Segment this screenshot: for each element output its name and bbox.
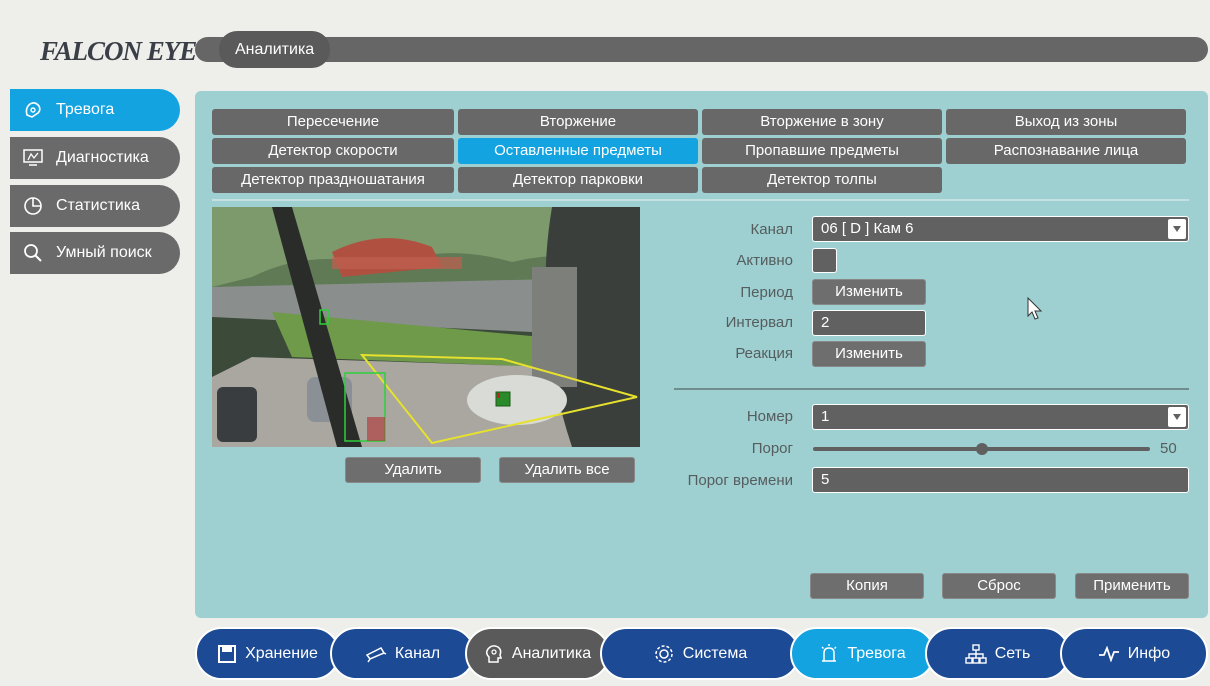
alarm-icon: [819, 643, 839, 665]
nav-info[interactable]: Инфо: [1060, 627, 1208, 680]
active-checkbox[interactable]: [812, 248, 837, 273]
time-threshold-label: Порог времени: [687, 472, 793, 489]
camera-frame-image: [212, 207, 640, 447]
nav-alarm[interactable]: Тревога: [790, 627, 935, 680]
tab-speed-detector[interactable]: Детектор скорости: [212, 138, 454, 164]
threshold-slider-handle[interactable]: [975, 443, 988, 455]
sidebar-item-alarm[interactable]: Тревога: [10, 89, 180, 131]
sidebar-item-smart-search[interactable]: Умный поиск: [10, 232, 180, 274]
delete-button[interactable]: Удалить: [345, 457, 481, 483]
tab-crossing[interactable]: Пересечение: [212, 109, 454, 135]
pulse-icon: [1098, 645, 1120, 662]
chevron-down-icon[interactable]: [1168, 407, 1186, 427]
storage-icon: [217, 644, 237, 664]
tab-loitering-detector[interactable]: Детектор праздношатания: [212, 167, 454, 193]
divider: [212, 199, 1189, 201]
tab-parking-detector[interactable]: Детектор парковки: [458, 167, 698, 193]
nav-label: Система: [682, 644, 748, 662]
nav-label: Сеть: [994, 644, 1031, 662]
number-value: 1: [821, 408, 830, 425]
title-bar: [195, 37, 1208, 62]
delete-all-button[interactable]: Удалить все: [499, 457, 635, 483]
sidebar-item-label: Статистика: [56, 197, 141, 214]
diagnostics-icon: [22, 147, 44, 169]
reaction-label: Реакция: [735, 345, 793, 362]
nav-label: Инфо: [1127, 644, 1171, 662]
search-icon: [22, 242, 44, 264]
nav-analytics[interactable]: Аналитика: [465, 627, 610, 680]
video-preview[interactable]: [212, 207, 640, 447]
channel-label: Канал: [750, 221, 793, 238]
tab-zone-intrusion[interactable]: Вторжение в зону: [702, 109, 942, 135]
time-threshold-input[interactable]: 5: [812, 467, 1189, 493]
nav-system[interactable]: Система: [600, 627, 800, 680]
apply-button[interactable]: Применить: [1075, 573, 1189, 599]
nav-storage[interactable]: Хранение: [195, 627, 340, 680]
tab-intrusion[interactable]: Вторжение: [458, 109, 698, 135]
threshold-slider[interactable]: [813, 443, 1150, 455]
interval-label: Интервал: [725, 314, 793, 331]
gear-icon: [653, 643, 675, 665]
chevron-down-icon[interactable]: [1168, 219, 1186, 239]
nav-network[interactable]: Сеть: [925, 627, 1070, 680]
tab-zone-exit[interactable]: Выход из зоны: [946, 109, 1186, 135]
reset-button[interactable]: Сброс: [942, 573, 1056, 599]
threshold-value: 50: [1160, 440, 1177, 457]
sidebar-item-diagnostics[interactable]: Диагностика: [10, 137, 180, 179]
threshold-label: Порог: [751, 440, 793, 457]
brand-logo: FALCON EYE: [40, 36, 197, 66]
nav-label: Аналитика: [511, 644, 592, 662]
channel-select[interactable]: 06 [ D ] Кам 6: [812, 216, 1189, 242]
sidebar-item-label: Тревога: [56, 101, 115, 118]
number-label: Номер: [746, 408, 793, 425]
tab-missing-objects[interactable]: Пропавшие предметы: [702, 138, 942, 164]
period-edit-button[interactable]: Изменить: [812, 279, 926, 305]
pie-chart-icon: [22, 195, 44, 217]
tab-crowd-detector[interactable]: Детектор толпы: [702, 167, 942, 193]
alarm-icon: [22, 99, 44, 121]
head-icon: [484, 644, 504, 664]
copy-button[interactable]: Копия: [810, 573, 924, 599]
period-label: Период: [740, 284, 793, 301]
form-divider: [674, 388, 1189, 390]
active-label: Активно: [736, 252, 793, 269]
reaction-edit-button[interactable]: Изменить: [812, 341, 926, 367]
interval-input[interactable]: 2: [812, 310, 926, 336]
mouse-cursor-icon: [1027, 296, 1043, 326]
nav-channel[interactable]: Канал: [330, 627, 475, 680]
nav-label: Тревога: [847, 644, 906, 662]
page-title: Аналитика: [219, 31, 331, 68]
sidebar-item-label: Умный поиск: [56, 244, 152, 261]
camera-icon: [365, 645, 387, 663]
channel-value: 06 [ D ] Кам 6: [821, 220, 914, 237]
sidebar-item-statistics[interactable]: Статистика: [10, 185, 180, 227]
sidebar-item-label: Диагностика: [56, 149, 149, 166]
tab-abandoned-objects[interactable]: Оставленные предметы: [458, 138, 698, 164]
network-icon: [965, 643, 987, 664]
nav-label: Хранение: [245, 644, 318, 662]
tab-face-recognition[interactable]: Распознавание лица: [946, 138, 1186, 164]
number-select[interactable]: 1: [812, 404, 1189, 430]
nav-label: Канал: [394, 644, 441, 662]
